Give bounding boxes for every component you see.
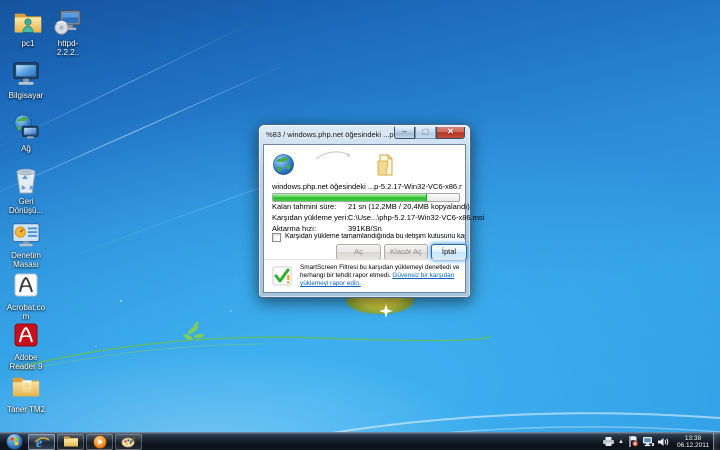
smartscreen-text: SmartScreen Filtresi bu karşıdan yükleme…: [300, 264, 462, 288]
adobe-reader-icon: [5, 322, 47, 352]
dialog-body: windows.php.net öğesindeki ...p-5.2.17-W…: [263, 144, 466, 293]
desktop: pc1 httpd-2.2.2..: [0, 0, 720, 450]
caption-buttons: – ▢ ✕: [394, 127, 465, 139]
internet-globe-icon: [272, 153, 295, 181]
desktop-icon-taner-folder[interactable]: Taner TM2: [5, 374, 47, 414]
network-globe-icon: [5, 113, 47, 143]
desktop-icon-label: Taner TM2: [5, 405, 47, 414]
show-hidden-icons-chevron[interactable]: ▲: [618, 439, 624, 445]
installer-icon: [47, 8, 89, 38]
download-progress-bar: [272, 193, 460, 202]
download-progress-fill: [273, 194, 427, 201]
shared-folder-icon: [7, 8, 49, 38]
system-tray: ▲: [601, 433, 720, 450]
desktop-icon-label: Geri Dönüşü...: [5, 197, 47, 215]
desktop-icon-label: httpd-2.2.2..: [47, 39, 89, 57]
desktop-icon-acrobat-com[interactable]: Acrobat.com: [5, 272, 47, 321]
detail-value: 391KB/Sn: [348, 224, 382, 233]
recycle-bin-icon: [5, 166, 47, 196]
detail-row-location: Karşıdan yükleme yeri:C:\Use...\php-5.2.…: [272, 213, 464, 222]
desktop-icon-ag[interactable]: Ağ: [5, 113, 47, 153]
detail-label: Karşıdan yükleme yeri:: [272, 213, 348, 222]
checkbox-label: Karşıdan yükleme tamamlandığında bu ilet…: [285, 233, 465, 240]
show-desktop-button[interactable]: [713, 433, 720, 450]
taskbar-paint-button[interactable]: [115, 434, 142, 450]
detail-row-rate: Aktarma hızı:391KB/Sn: [272, 224, 464, 233]
desktop-icon-label: Acrobat.com: [5, 303, 47, 321]
wallpaper-sparkle-dot: [120, 300, 122, 302]
taskbar-media-player-button[interactable]: [86, 434, 113, 450]
open-button[interactable]: Aç: [336, 244, 381, 260]
start-button[interactable]: [1, 433, 27, 450]
desktop-icon-label: Denetim Masası: [5, 251, 47, 269]
desktop-icon-label: Adobe Reader 9: [5, 353, 47, 371]
download-file-label: windows.php.net öğesindeki ...p-5.2.17-W…: [272, 182, 462, 191]
detail-label: Aktarma hızı:: [272, 224, 348, 233]
control-panel-icon: [5, 220, 47, 250]
close-button[interactable]: ✕: [436, 127, 465, 139]
detail-row-time: Kalan tahmini süre:21 sn (12,2MB / 20,4M…: [272, 202, 464, 211]
desktop-icon-label: Ağ: [5, 144, 47, 153]
sparkle-cursor: [378, 303, 394, 324]
desktop-icon-bilgisayar[interactable]: Bilgisayar: [5, 60, 47, 100]
desktop-icon-adobe-reader[interactable]: Adobe Reader 9: [5, 322, 47, 371]
transfer-arrow-icon: [314, 147, 354, 166]
detail-value: C:\Use...\php-5.2.17-Win32-VC6-x86.msi: [348, 213, 484, 222]
wallpaper-sparkle-dot: [95, 345, 97, 347]
smartscreen-footer: SmartScreen Filtresi bu karşıdan yükleme…: [264, 259, 465, 292]
computer-icon: [5, 60, 47, 90]
network-tray-icon[interactable]: [642, 437, 654, 447]
desktop-icon-label: Bilgisayar: [5, 91, 47, 100]
wallpaper-sparkle-dot: [230, 310, 232, 312]
desktop-icon-httpd-installer[interactable]: httpd-2.2.2..: [47, 8, 89, 57]
taskbar-internet-explorer-button[interactable]: e: [28, 434, 55, 450]
maximize-button: ▢: [415, 127, 436, 139]
detail-label: Kalan tahmini süre:: [272, 202, 348, 211]
action-center-flag-icon[interactable]: [628, 436, 638, 447]
desktop-icon-label: pc1: [7, 39, 49, 48]
minimize-button[interactable]: –: [394, 127, 415, 139]
printer-tray-icon[interactable]: [603, 437, 614, 446]
desktop-icon-recycle-bin[interactable]: Geri Dönüşü...: [5, 166, 47, 215]
acrobat-icon: [5, 272, 47, 302]
close-when-done-checkbox[interactable]: [272, 233, 281, 242]
desktop-icon-denetim-masasi[interactable]: Denetim Masası: [5, 220, 47, 269]
download-progress-dialog: %83 / windows.php.net öğesindeki ...p-5.…: [258, 124, 471, 298]
detail-value: 21 sn (12,2MB / 20,4MB kopyalandı): [348, 202, 470, 211]
dialog-title: %83 / windows.php.net öğesindeki ...p-5.…: [266, 128, 414, 141]
cancel-button[interactable]: İptal: [431, 244, 467, 260]
taskbar-clock[interactable]: 13:38 06.12.2011: [677, 435, 709, 449]
destination-folder-icon: [376, 153, 396, 182]
open-folder-button[interactable]: Klasör Aç: [384, 244, 428, 260]
volume-speaker-icon[interactable]: [658, 437, 670, 447]
taskbar-explorer-button[interactable]: [57, 434, 84, 450]
smartscreen-check-icon: [272, 266, 292, 291]
desktop-icon-pc1[interactable]: pc1: [7, 8, 49, 48]
clock-time: 13:38: [677, 435, 709, 442]
clock-date: 06.12.2011: [677, 442, 709, 449]
folder-icon: [5, 374, 47, 404]
taskbar: e: [0, 432, 720, 450]
